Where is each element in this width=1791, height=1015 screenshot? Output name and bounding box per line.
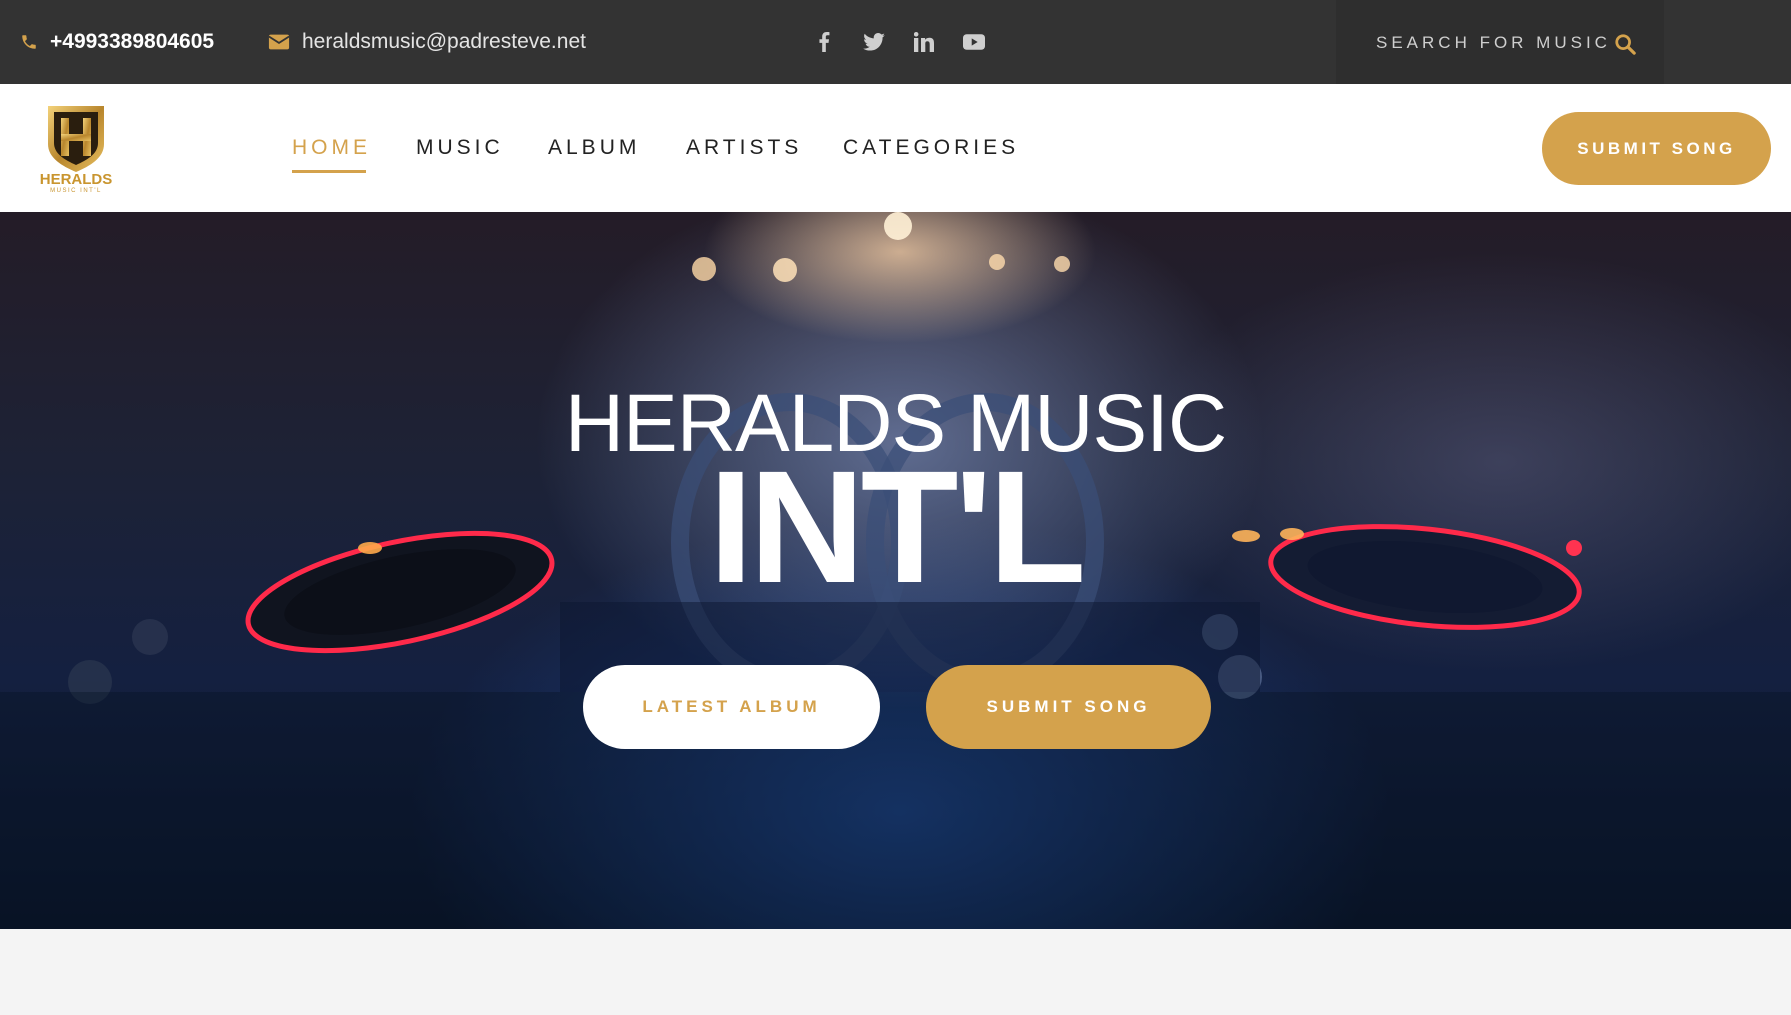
search-icon[interactable] (1612, 31, 1638, 57)
social-links (810, 24, 988, 60)
search-input[interactable] (1376, 26, 1626, 60)
nav-link-home[interactable]: HOME (292, 136, 371, 160)
email-contact[interactable]: heraldsmusic@padresteve.net (268, 0, 586, 84)
main-navbar: HERALDS MUSIC INT'L HOME MUSIC ALBUM ART… (0, 84, 1791, 212)
email-address: heraldsmusic@padresteve.net (302, 30, 586, 53)
youtube-icon[interactable] (960, 27, 988, 57)
hero-title-line2: INT'L (708, 437, 1087, 616)
phone-number: +4993389804605 (50, 30, 215, 53)
phone-contact[interactable]: +4993389804605 (20, 0, 214, 84)
top-bar: +4993389804605 heraldsmusic@padresteve.n… (0, 0, 1791, 84)
facebook-icon[interactable] (810, 27, 838, 57)
nav-link-music[interactable]: MUSIC (416, 136, 504, 160)
content-area (0, 929, 1791, 1015)
latest-album-button[interactable]: LATEST ALBUM (583, 665, 880, 749)
linkedin-icon[interactable] (910, 27, 938, 57)
nav-link-categories[interactable]: CATEGORIES (843, 136, 1019, 160)
logo-subtext: MUSIC INT'L (50, 188, 102, 192)
submit-song-nav-button[interactable]: SUBMIT SONG (1542, 112, 1771, 185)
envelope-icon (268, 33, 290, 51)
search-box (1336, 0, 1664, 84)
site-logo[interactable]: HERALDS MUSIC INT'L (34, 102, 118, 194)
nav-link-artists[interactable]: ARTISTS (686, 136, 802, 160)
twitter-icon[interactable] (860, 27, 888, 57)
nav-active-underline (292, 170, 366, 173)
nav-link-album[interactable]: ALBUM (548, 136, 640, 160)
hero-banner: HERALDS MUSIC INT'L LATEST ALBUM SUBMIT … (0, 212, 1791, 929)
logo-text: HERALDS (40, 171, 113, 188)
phone-icon (20, 33, 38, 51)
submit-song-hero-button[interactable]: SUBMIT SONG (926, 665, 1211, 749)
